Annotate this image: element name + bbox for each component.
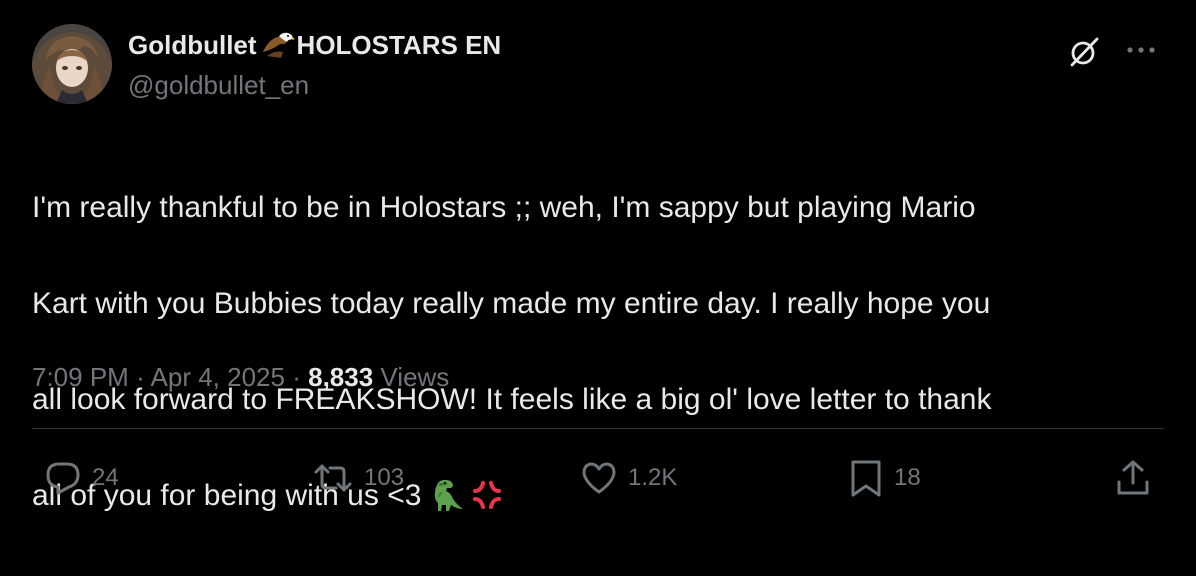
timestamp-date[interactable]: Apr 4, 2025	[151, 362, 285, 392]
more-icon	[1127, 47, 1155, 53]
like-count: 1.2K	[628, 464, 678, 491]
share-icon	[1117, 460, 1149, 495]
tweet-text-line: I'm really thankful to be in Holostars ;…	[32, 191, 976, 224]
like-button[interactable]: 1.2K	[580, 456, 677, 500]
retweet-icon	[314, 464, 352, 492]
tweet-meta: 7:09 PM · Apr 4, 2025 · 8,833 Views	[32, 360, 449, 394]
t-rex-emoji	[427, 477, 465, 528]
more-button[interactable]	[1126, 38, 1156, 62]
reply-count: 24	[92, 464, 119, 491]
handle[interactable]: @goldbullet_en	[128, 70, 501, 100]
meta-separator: ·	[292, 362, 301, 392]
heart-icon	[582, 462, 616, 494]
bookmark-icon	[851, 460, 881, 497]
anger-symbol-emoji	[469, 477, 505, 528]
author-block: Goldbullet HOLOSTARS EN @goldbullet_en	[128, 30, 501, 100]
grok-button[interactable]	[1066, 34, 1102, 70]
meta-separator: ·	[136, 362, 145, 392]
divider	[32, 428, 1164, 429]
share-button[interactable]	[1114, 456, 1152, 500]
retweet-button[interactable]: 103	[312, 456, 404, 500]
timestamp-time[interactable]: 7:09 PM	[32, 362, 129, 392]
eagle-icon	[261, 30, 295, 60]
display-name-text: Goldbullet	[128, 30, 257, 60]
views-count: 8,833	[308, 362, 374, 392]
reply-icon	[46, 462, 80, 495]
grok-icon	[1070, 37, 1099, 67]
bookmark-button[interactable]: 18	[848, 456, 921, 500]
avatar[interactable]	[32, 24, 112, 104]
tweet-text: I'm really thankful to be in Holostars ;…	[32, 136, 1172, 576]
retweet-count: 103	[364, 464, 405, 491]
affiliation-text: HOLOSTARS EN	[296, 30, 502, 60]
bookmark-count: 18	[894, 464, 921, 491]
views-label: Views	[380, 362, 450, 392]
reply-button[interactable]: 24	[44, 456, 119, 500]
tweet-card: Goldbullet HOLOSTARS EN @goldbullet_en I…	[0, 0, 1196, 524]
tweet-text-line: Kart with you Bubbies today really made …	[32, 287, 991, 320]
avatar-image	[32, 24, 112, 104]
display-name[interactable]: Goldbullet HOLOSTARS EN	[128, 30, 501, 60]
